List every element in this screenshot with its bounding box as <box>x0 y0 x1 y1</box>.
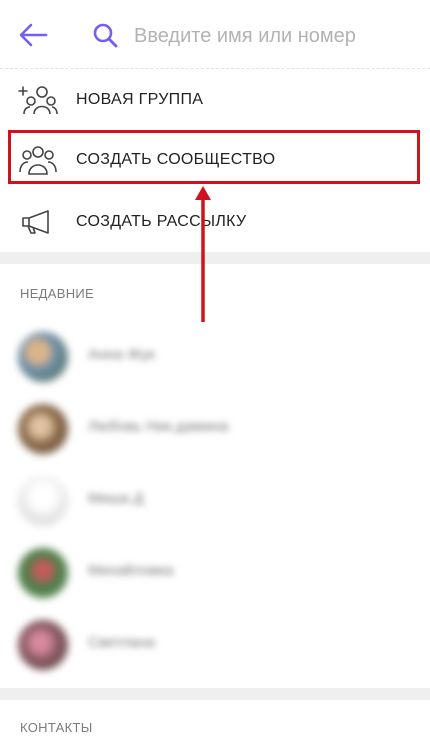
recent-section-title: НЕДАВНИЕ <box>20 286 95 301</box>
section-gap <box>0 252 430 264</box>
contact-name: Анна Жук <box>88 346 155 363</box>
contact-row[interactable]: Анна Жук <box>0 322 430 392</box>
avatar <box>18 548 68 598</box>
contact-name: Светлана <box>88 634 155 651</box>
contact-name: Любовь Ник.дамина <box>88 418 229 435</box>
top-bar <box>0 0 430 68</box>
search-input[interactable] <box>132 17 416 55</box>
create-broadcast-action[interactable]: СОЗДАТЬ РАССЫЛКУ <box>0 192 430 252</box>
section-gap <box>0 688 430 700</box>
contacts-section-title: КОНТАКТЫ <box>20 720 93 735</box>
avatar <box>18 332 68 382</box>
header-divider <box>0 68 430 69</box>
new-group-action[interactable]: НОВАЯ ГРУППА <box>0 70 430 130</box>
contact-name: Миша Д <box>88 490 144 507</box>
avatar <box>18 404 68 454</box>
highlight-frame <box>8 130 420 184</box>
contact-row[interactable]: Любовь Ник.дамина <box>0 394 430 464</box>
contact-row[interactable]: Светлана <box>0 610 430 680</box>
contact-row[interactable]: Михайловка <box>0 538 430 608</box>
create-broadcast-label: СОЗДАТЬ РАССЫЛКУ <box>76 213 247 230</box>
avatar <box>18 620 68 670</box>
avatar <box>18 476 68 526</box>
new-group-label: НОВАЯ ГРУППА <box>76 91 204 108</box>
arrow-left-icon[interactable] <box>18 22 48 48</box>
contact-name: Михайловка <box>88 562 174 579</box>
contact-row[interactable]: Миша Д <box>0 466 430 536</box>
search-icon <box>93 23 118 48</box>
add-group-icon <box>18 86 58 115</box>
megaphone-icon <box>22 210 49 234</box>
